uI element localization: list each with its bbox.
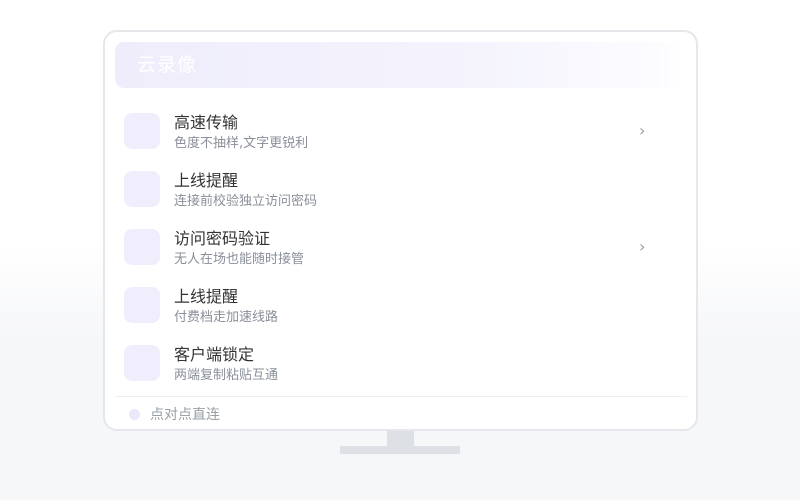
feature-icon [124, 113, 160, 149]
item-title: 访问密码验证 [174, 229, 271, 248]
item-subtitle: 无人在场也能随时接管 [174, 252, 305, 267]
footer-label: 点对点直连 [150, 407, 220, 423]
feature-list: 高速传输 色度不抽样,文字更锐利 › 上线提醒 连接前校验独立访问密码 访问密码… [105, 104, 696, 394]
chevron-right-icon[interactable]: › [639, 237, 645, 257]
monitor-stand-base [340, 446, 460, 454]
list-item-password-verification[interactable]: 访问密码验证 无人在场也能随时接管 › [105, 220, 696, 278]
item-subtitle: 连接前校验独立访问密码 [174, 194, 318, 209]
list-item-online-reminder-2[interactable]: 上线提醒 付费档走加速线路 [105, 278, 696, 336]
monitor-stand-neck [387, 431, 414, 447]
list-item-client-lock[interactable]: 客户端锁定 两端复制粘贴互通 [105, 336, 696, 394]
feature-icon [124, 229, 160, 265]
item-subtitle: 两端复制粘贴互通 [174, 368, 279, 383]
list-item-online-reminder[interactable]: 上线提醒 连接前校验独立访问密码 [105, 162, 696, 220]
item-subtitle: 色度不抽样,文字更锐利 [174, 136, 309, 151]
monitor-frame: 云录像 高速传输 色度不抽样,文字更锐利 › 上线提醒 连接前校验独立访问密码 … [103, 30, 698, 431]
list-item-high-speed-transfer[interactable]: 高速传输 色度不抽样,文字更锐利 › [105, 104, 696, 162]
item-title: 高速传输 [174, 113, 239, 132]
header-title: 云录像 [137, 54, 198, 76]
item-title: 客户端锁定 [174, 345, 255, 364]
footer-divider [115, 396, 687, 397]
item-subtitle: 付费档走加速线路 [174, 310, 279, 325]
status-dot-icon [129, 409, 140, 420]
item-title: 上线提醒 [174, 287, 239, 306]
feature-icon [124, 287, 160, 323]
item-title: 上线提醒 [174, 171, 239, 190]
feature-icon [124, 171, 160, 207]
chevron-right-icon[interactable]: › [639, 121, 645, 141]
feature-icon [124, 345, 160, 381]
header-bar: 云录像 [115, 42, 687, 88]
